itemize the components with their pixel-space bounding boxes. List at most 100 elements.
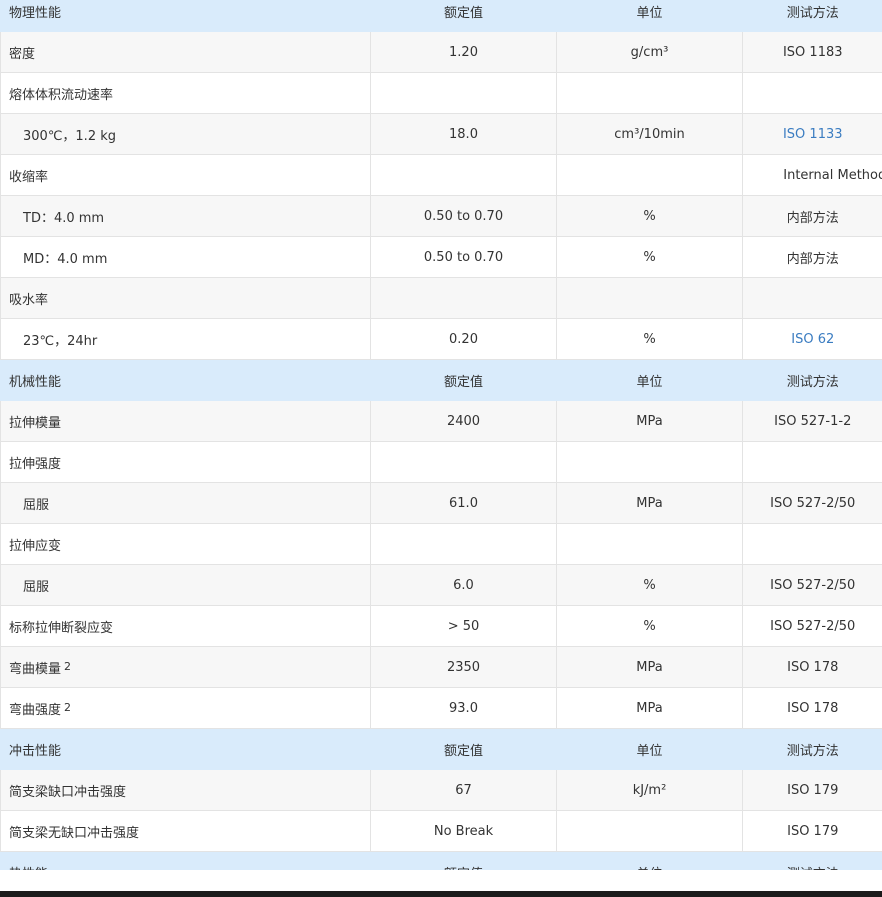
header-unit-label: 单位	[556, 0, 743, 32]
header-unit-label-text: 单位	[636, 867, 662, 871]
property-name: 拉伸强度	[0, 441, 371, 483]
footnote-marker[interactable]: 2	[64, 660, 71, 673]
table-row: 屈服 6.0% ISO 527-2/50	[0, 564, 882, 606]
property-value	[370, 154, 557, 196]
header-value-label-text: 额定值	[444, 867, 483, 871]
property-unit: MPa	[556, 400, 743, 442]
property-name-text: 弯曲模量	[9, 661, 62, 677]
property-value-text: 0.50 to 0.70	[423, 249, 504, 265]
section-title-text: 热性能	[9, 867, 48, 871]
header-method-label-text: 测试方法	[786, 5, 839, 21]
test-method: ISO 179	[742, 769, 882, 811]
test-method: ISO 1183	[742, 31, 882, 73]
property-value: 6.0	[370, 564, 557, 606]
property-name: MD：4.0 mm	[0, 236, 371, 278]
property-name: 密度	[0, 31, 371, 73]
test-method: ISO 178	[742, 687, 882, 729]
header-method-label-text: 测试方法	[786, 374, 839, 390]
property-value-text: > 50	[447, 618, 480, 634]
property-value: 18.0	[370, 113, 557, 155]
section-header-row: 机械性能 额定值 单位 测试方法	[0, 359, 882, 401]
table-row: 拉伸模量 2400 MPa ISO 527-1-2	[0, 400, 882, 442]
property-unit: MPa	[556, 646, 743, 688]
header-unit-label: 单位	[556, 851, 743, 871]
property-unit: cm³/10min	[556, 113, 743, 155]
property-value: 0.50 to 0.70	[370, 236, 557, 278]
test-method-text: ISO 1183	[782, 44, 843, 60]
property-name-text: 收缩率	[9, 169, 49, 185]
header-unit-label-text: 单位	[636, 374, 663, 390]
property-name-text: 拉伸应变	[9, 538, 62, 554]
property-value: 0.50 to 0.70	[370, 195, 557, 237]
test-method: ISO 527-2/50	[742, 605, 882, 647]
header-unit-label: 单位	[556, 359, 743, 401]
table-row: 拉伸强度	[0, 441, 882, 483]
header-value-label: 额定值	[370, 359, 557, 401]
property-unit-text: %	[643, 618, 656, 634]
property-value: 61.0	[370, 482, 557, 524]
header-method-label: 测试方法	[742, 359, 882, 401]
property-name-text: 拉伸强度	[9, 456, 62, 472]
test-method: ISO 178	[742, 646, 882, 688]
property-name: 简支梁缺口冲击强度	[0, 769, 371, 811]
table-row: 密度 1.20 g/cm³ ISO 1183	[0, 31, 882, 73]
header-method-label-text: 测试方法	[787, 867, 839, 871]
property-name-text: 屈服	[23, 579, 50, 595]
property-unit: %	[556, 318, 743, 360]
property-name-text: 23℃，24hr	[23, 333, 98, 349]
property-name: 弯曲强度 2	[0, 687, 371, 729]
bottom-scrollbar-bar	[0, 891, 882, 897]
section-title-text: 冲击性能	[9, 743, 62, 759]
property-value-text: 1.20	[449, 44, 478, 60]
property-value	[370, 441, 557, 483]
header-unit-label: 单位	[556, 728, 743, 770]
property-name: 屈服	[0, 482, 371, 524]
header-method-label-text: 测试方法	[786, 743, 839, 759]
property-unit: g/cm³	[556, 31, 743, 73]
property-value: > 50	[370, 605, 557, 647]
property-value-text: No Break	[433, 823, 494, 839]
property-name: 标称拉伸断裂应变	[0, 605, 371, 647]
table-row: TD：4.0 mm 0.50 to 0.70% 内部方法	[0, 195, 882, 237]
property-unit-text: MPa	[636, 700, 663, 716]
header-value-label: 额定值	[370, 0, 557, 32]
test-method	[742, 277, 882, 319]
property-value-text: 2400	[446, 413, 481, 429]
test-method-text: ISO 179	[787, 782, 839, 798]
property-value: 2400	[370, 400, 557, 442]
property-value: 1.20	[370, 31, 557, 73]
test-method: ISO 179	[742, 810, 882, 852]
table-row: MD：4.0 mm 0.50 to 0.70% 内部方法	[0, 236, 882, 278]
section-header-row: 热性能 额定值 单位 测试方法	[0, 851, 882, 871]
table-row: 23℃，24hr 0.20% ISO 62	[0, 318, 882, 360]
property-unit-text: cm³/10min	[614, 126, 685, 142]
property-unit-text: kJ/m²	[632, 782, 667, 798]
property-unit-text: %	[643, 208, 656, 224]
test-method-link-text[interactable]: ISO 1133	[783, 127, 843, 142]
property-unit-text: %	[643, 577, 656, 593]
property-unit: MPa	[556, 687, 743, 729]
property-value	[370, 277, 557, 319]
property-name-text: MD：4.0 mm	[23, 251, 108, 267]
footnote-marker[interactable]: 2	[64, 701, 71, 714]
header-unit-label-text: 单位	[636, 743, 663, 759]
property-name: 拉伸模量	[0, 400, 371, 442]
property-value: 0.20	[370, 318, 557, 360]
property-name-text: 熔体体积流动速率	[9, 87, 114, 103]
property-name: 23℃，24hr	[0, 318, 371, 360]
test-method-text: Internal Method	[783, 167, 882, 183]
property-value: 93.0	[370, 687, 557, 729]
property-value-text: 2350	[446, 659, 481, 675]
property-unit	[556, 277, 743, 319]
table-row: 简支梁缺口冲击强度 67 kJ/m² ISO 179	[0, 769, 882, 811]
property-value	[370, 523, 557, 565]
property-unit	[556, 523, 743, 565]
property-unit: %	[556, 195, 743, 237]
property-unit-text: %	[643, 249, 656, 265]
property-unit-text: MPa	[636, 659, 663, 675]
property-unit: %	[556, 236, 743, 278]
property-name-text: TD：4.0 mm	[23, 210, 105, 226]
property-unit-text: %	[643, 331, 656, 347]
test-method-link-text[interactable]: ISO 62	[791, 332, 834, 347]
table-row: 弯曲强度 2 93.0 MPa ISO 178	[0, 687, 882, 729]
